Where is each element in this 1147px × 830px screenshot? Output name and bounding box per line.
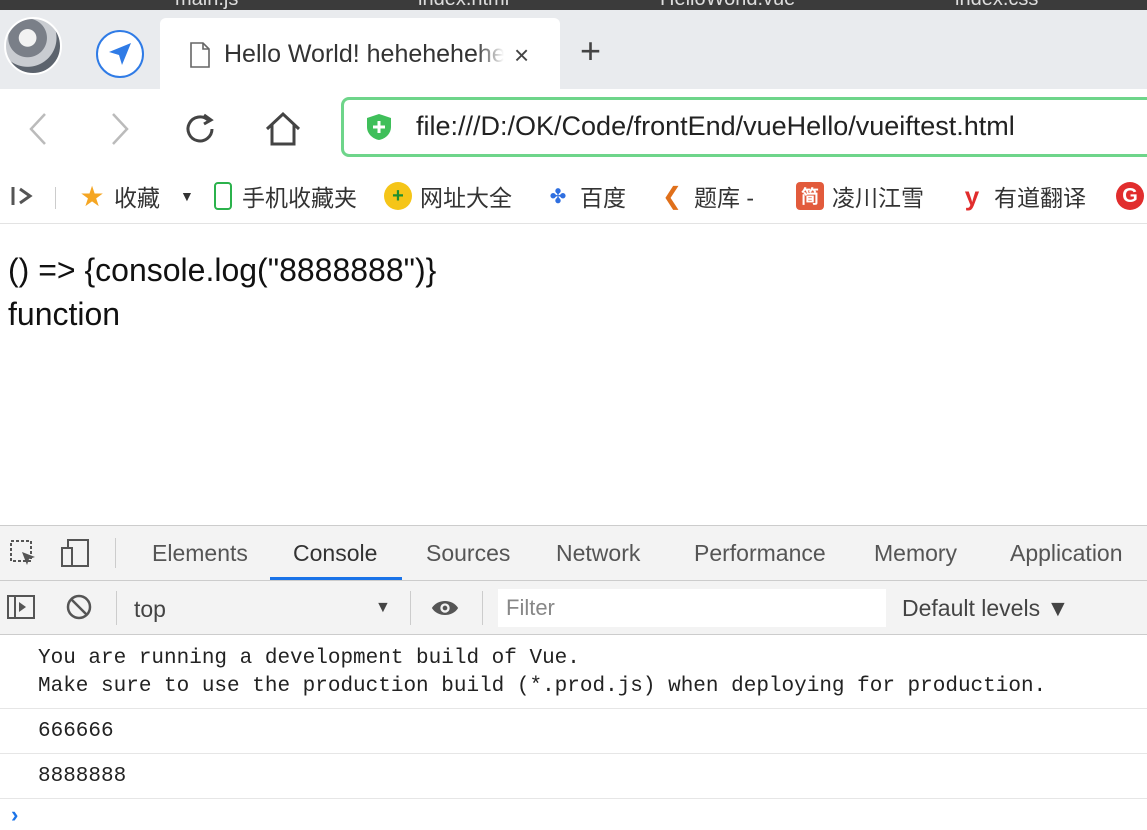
tab-bar: Hello World! hehehehehe × + [0, 10, 1147, 89]
console-output: You are running a development build of V… [0, 636, 1147, 829]
bookmark-mobile[interactable]: 手机收藏夹 [214, 179, 357, 213]
avatar[interactable] [4, 17, 62, 75]
reload-icon [186, 113, 214, 143]
close-tab-button[interactable]: × [514, 40, 529, 71]
youdao-icon: y [964, 180, 980, 211]
bookmark-tiku[interactable]: ❮ 题库 - [658, 179, 754, 213]
more-bookmark-icon[interactable]: G [1116, 179, 1147, 213]
bookmark-youdao[interactable]: y 有道翻译 [958, 179, 1086, 213]
console-toolbar: top ▼ Default levels ▼ [0, 581, 1147, 635]
log-levels-dropdown[interactable]: Default levels ▼ [902, 595, 1069, 622]
navigation-bar: file:///D:/OK/Code/frontEnd/vueHello/vue… [0, 89, 1147, 169]
divider [482, 591, 483, 625]
document-icon [190, 42, 210, 68]
new-tab-button[interactable]: + [580, 30, 601, 72]
forward-button[interactable] [100, 109, 140, 149]
sidebar-toggle-icon[interactable] [6, 592, 36, 622]
eye-icon[interactable] [430, 593, 460, 623]
chevron-down-icon[interactable]: ▼ [180, 188, 194, 204]
bookmark-label: 网址大全 [420, 185, 512, 211]
console-prompt[interactable]: › [0, 799, 1147, 829]
paw-icon: ✤ [549, 185, 567, 208]
bookmark-label: 收藏 [114, 185, 160, 211]
tab-performance[interactable]: Performance [694, 540, 826, 567]
bookmark-sites[interactable]: + 网址大全 [384, 179, 512, 213]
divider [115, 538, 116, 568]
active-tab-indicator [270, 577, 402, 580]
browser-tab[interactable]: Hello World! hehehehehe × [160, 18, 560, 89]
address-bar[interactable]: file:///D:/OK/Code/frontEnd/vueHello/vue… [341, 97, 1147, 157]
tab-elements[interactable]: Elements [152, 540, 248, 567]
tab-sources[interactable]: Sources [426, 540, 510, 567]
divider [55, 187, 56, 209]
bookmark-label: 有道翻译 [994, 185, 1086, 211]
filter-input[interactable] [498, 589, 886, 627]
sidebar-toggle-icon[interactable] [10, 179, 36, 213]
bookmark-favorites[interactable]: ★ 收藏 ▼ [78, 179, 194, 213]
tab-title: Hello World! hehehehehe [224, 40, 504, 69]
security-shield-icon [367, 114, 391, 140]
bookmark-label: 题库 - [694, 185, 755, 211]
reload-button[interactable] [180, 109, 220, 149]
devtools-panel: Elements Console Sources Network Perform… [0, 525, 1147, 830]
console-message: 8888888 [0, 754, 1147, 799]
chevron-down-icon[interactable]: ▼ [375, 599, 391, 617]
bookmark-label: 手机收藏夹 [242, 185, 357, 211]
bookmark-baidu[interactable]: ✤ 百度 [544, 179, 626, 213]
console-message: You are running a development build of V… [0, 636, 1147, 709]
bookmark-blog[interactable]: 简 凌川江雪 [796, 179, 924, 213]
taskbar-strip: main.js index.html HelloWorld.vue index.… [0, 0, 1147, 10]
divider [410, 591, 411, 625]
rendered-type-text: function [8, 296, 121, 332]
jian-icon: 简 [796, 182, 824, 210]
home-icon [265, 111, 301, 146]
back-button[interactable] [18, 109, 58, 149]
c-logo-icon: ❮ [661, 182, 683, 210]
devtools-tab-bar: Elements Console Sources Network Perform… [0, 526, 1147, 581]
page-content: () => {console.log("8888888")} function [8, 248, 436, 336]
rendered-function-text: () => {console.log("8888888")} [8, 252, 437, 288]
phone-icon [214, 182, 232, 210]
star-icon: ★ [79, 180, 105, 212]
taskbar-item[interactable]: index.html [418, 0, 509, 10]
bookmark-label: 百度 [580, 185, 626, 211]
taskbar-item[interactable]: index.css [955, 0, 1038, 10]
context-selector[interactable]: top [134, 596, 166, 623]
tab-console[interactable]: Console [293, 540, 377, 567]
bookmarks-bar: ★ 收藏 ▼ 手机收藏夹 + 网址大全 ✤ 百度 ❮ 题库 - 简 凌川江雪 y… [0, 169, 1147, 224]
inspect-element-icon[interactable] [8, 538, 38, 568]
back-arrow-icon [29, 113, 46, 145]
tab-memory[interactable]: Memory [874, 540, 957, 567]
taskbar-item[interactable]: main.js [175, 0, 238, 10]
forward-arrow-icon [112, 113, 129, 145]
tab-network[interactable]: Network [556, 540, 640, 567]
plus-circle-icon: + [384, 182, 412, 210]
taskbar-item[interactable]: HelloWorld.vue [660, 0, 795, 10]
bookmark-label: 凌川江雪 [832, 185, 924, 211]
console-message: 666666 [0, 709, 1147, 754]
clear-console-icon[interactable] [64, 592, 94, 622]
device-toolbar-icon[interactable] [60, 538, 90, 568]
navigate-icon[interactable] [96, 30, 144, 78]
divider [116, 591, 117, 625]
tab-application[interactable]: Application [1010, 540, 1123, 567]
home-button[interactable] [263, 109, 303, 149]
url-text[interactable]: file:///D:/OK/Code/frontEnd/vueHello/vue… [416, 111, 1015, 142]
